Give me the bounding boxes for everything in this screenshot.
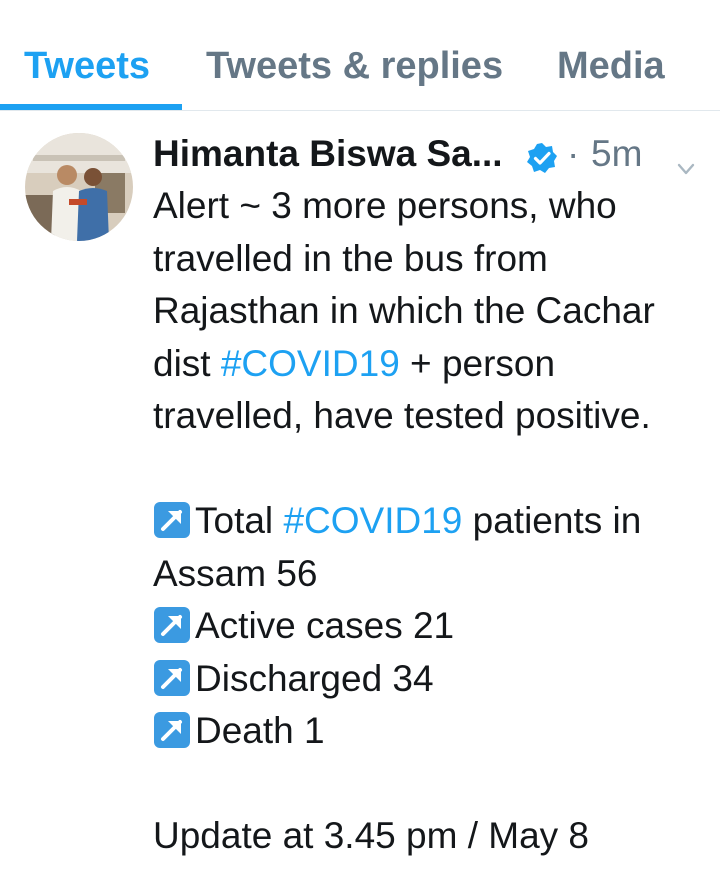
up-right-arrow-emoji-icon [153, 711, 191, 749]
tab-tweets-and-replies[interactable]: Tweets & replies [206, 42, 503, 90]
avatar-photo [25, 133, 133, 241]
chevron-down-icon[interactable] [675, 144, 697, 175]
tweet-line: Rajasthan in which the Cachar [153, 290, 655, 331]
tweet-line: dist #COVID19 + person [153, 338, 713, 391]
active-tab-indicator [0, 104, 182, 110]
tweet-text-segment: Total [195, 500, 284, 541]
profile-tabs: Tweets Tweets & replies Media [0, 0, 720, 111]
tweet-line: Discharged 34 [153, 653, 713, 706]
tweet-text-segment: Death 1 [195, 710, 325, 751]
up-right-arrow-emoji-icon [153, 659, 191, 697]
up-right-arrow-emoji-icon [153, 501, 191, 539]
hashtag-link[interactable]: #COVID19 [221, 343, 400, 384]
tweet-text: Alert ~ 3 more persons, who travelled in… [153, 180, 713, 863]
tweet-line: Assam 56 [153, 552, 318, 594]
tweet-text-segment: dist [153, 342, 221, 384]
tweet-line: Death 1 [153, 705, 713, 758]
tweet-header: Himanta Biswa Sa... · 5m [153, 130, 703, 178]
tweet-timestamp[interactable]: 5m [591, 130, 642, 178]
up-right-arrow-emoji-icon [153, 606, 191, 644]
tweet-line: Active cases 21 [153, 600, 713, 653]
tweet-text-segment: Active cases 21 [195, 605, 455, 646]
tweet-text-segment: + person [399, 342, 556, 384]
tab-media[interactable]: Media [557, 42, 665, 90]
header-separator: · [567, 133, 580, 174]
tab-tweets[interactable]: Tweets [24, 42, 150, 90]
paragraph-break [153, 443, 713, 496]
paragraph-break [153, 758, 713, 811]
tweet-line: Total #COVID19 patients in [153, 495, 713, 548]
hashtag-link[interactable]: #COVID19 [283, 500, 462, 541]
tweet-text-segment: Discharged 34 [195, 657, 434, 699]
avatar[interactable] [25, 133, 133, 241]
tweet-line: Update at 3.45 pm / May 8 [153, 815, 590, 856]
tweet-line: travelled, have tested positive. [153, 395, 651, 436]
verified-badge-icon [526, 138, 558, 173]
author-name[interactable]: Himanta Biswa Sa... [153, 130, 503, 178]
tweet-text-segment: patients in [462, 500, 642, 541]
tweet-line: Alert ~ 3 more persons, who [153, 185, 617, 226]
tweet-line: travelled in the bus from [153, 237, 548, 279]
